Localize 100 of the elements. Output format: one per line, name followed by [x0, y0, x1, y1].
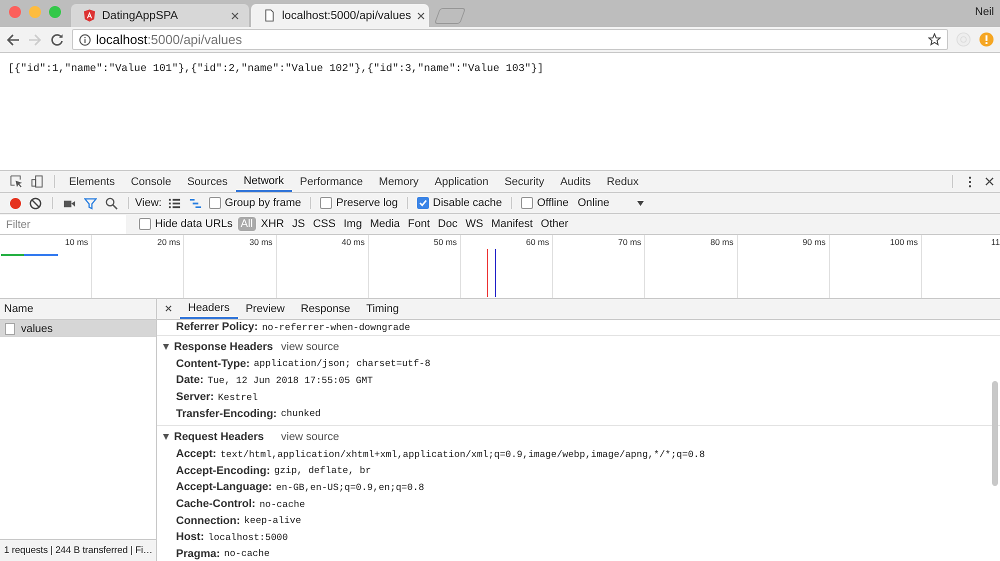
checkbox[interactable] [139, 218, 151, 230]
header-name: Host: [176, 531, 204, 544]
close-icon[interactable] [165, 305, 172, 312]
time-tick-label: 20 ms [157, 236, 182, 248]
time-tick-label: 90 ms [802, 236, 827, 248]
view-source-link[interactable]: view source [281, 430, 340, 443]
detail-tab[interactable]: Response [292, 299, 358, 319]
section-title[interactable]: Request Headers [174, 430, 278, 443]
checkbox[interactable] [520, 197, 533, 209]
devtools-tab[interactable]: Elements [61, 171, 123, 192]
checkbox[interactable] [320, 197, 332, 209]
time-tick-label: 40 ms [342, 236, 366, 248]
section-title[interactable]: Response Headers [174, 340, 278, 353]
detail-tab[interactable]: Timing [358, 299, 407, 319]
load-event-line [487, 249, 488, 297]
type-filter-button[interactable]: Manifest [488, 217, 536, 231]
type-filter-button[interactable]: Doc [434, 217, 460, 231]
back-icon[interactable] [6, 32, 20, 46]
browser-tab[interactable]: DatingAppSPA [71, 4, 249, 27]
checkbox-label[interactable]: Disable cache [432, 197, 502, 209]
page-icon [263, 9, 276, 22]
header-name: Pragma: [176, 548, 220, 560]
more-options-icon[interactable] [968, 176, 972, 188]
devtools-tab[interactable]: Redux [598, 171, 647, 192]
bookmark-star-icon[interactable] [928, 33, 941, 46]
disclosure-triangle-icon[interactable] [163, 434, 169, 440]
close-icon[interactable] [985, 177, 994, 186]
header-name: Referrer Policy: [176, 321, 258, 334]
header-value: localhost:5000 [208, 532, 288, 543]
info-icon [79, 34, 91, 46]
filter-icon[interactable] [84, 196, 97, 210]
header-value: no-referrer-when-downgrade [262, 322, 410, 333]
view-source-link[interactable]: view source [281, 340, 340, 353]
header-name: Accept: [176, 448, 216, 460]
time-tick-label: 60 ms [526, 236, 550, 248]
list-view-icon[interactable] [168, 196, 181, 210]
type-filter-button[interactable]: Img [340, 217, 365, 231]
checkbox-label[interactable]: Preserve log [336, 197, 398, 209]
disclosure-triangle-icon[interactable] [163, 344, 169, 350]
header-value: Tue, 12 Jun 2018 17:55:05 GMT [208, 374, 373, 386]
throttling-dropdown[interactable]: Online [578, 193, 644, 213]
header-value: Kestrel [218, 392, 258, 403]
header-value: chunked [280, 408, 321, 420]
type-filter-button[interactable]: XHR [258, 217, 288, 231]
time-tick-label: 30 ms [249, 236, 274, 248]
search-icon[interactable] [105, 196, 118, 210]
checkbox-label[interactable]: Hide data URLs [155, 218, 233, 230]
type-filter-button[interactable]: Media [366, 217, 403, 231]
type-filter-button[interactable]: WS [462, 217, 486, 231]
type-filter-button[interactable]: JS [289, 217, 308, 231]
json-response-text: [{"id":1,"name":"Value 101"},{"id":2,"name":"Value 102"},{"id":3,"name":"Value 103"}] [8, 63, 544, 75]
scrollbar-thumb[interactable] [992, 381, 998, 486]
devtools-tab[interactable]: Console [122, 171, 180, 192]
devtools-tab[interactable]: Memory [370, 171, 427, 192]
devtools-tab[interactable]: Application [426, 171, 496, 192]
waterfall-view-icon[interactable] [188, 196, 202, 210]
status-bar: 1 requests | 244 B transferred | Fi… [0, 539, 156, 561]
view-label: View: [135, 196, 162, 211]
time-tick-label: 11 [991, 236, 1000, 248]
time-tick-label: 80 ms [710, 236, 734, 248]
devtools-tab[interactable]: Audits [552, 171, 599, 192]
checkbox-label[interactable]: Group by frame [224, 197, 302, 209]
devtools-tab[interactable]: Sources [179, 171, 236, 192]
type-filter-button[interactable]: Other [538, 217, 572, 231]
clear-icon[interactable] [29, 196, 42, 210]
detail-tab[interactable]: Preview [238, 299, 293, 319]
browser-tab[interactable]: localhost:5000/api/values [251, 4, 429, 27]
inspect-element-icon[interactable] [10, 175, 23, 188]
header-value: application/json; charset=utf-8 [254, 358, 430, 370]
dom-content-loaded-line [495, 249, 496, 297]
time-tick-label: 70 ms [618, 236, 642, 248]
file-icon [5, 322, 15, 334]
header-value: no-cache [224, 548, 270, 560]
devtools-tab[interactable]: Security [496, 171, 552, 192]
checkbox-label[interactable]: Offline [536, 197, 569, 209]
reload-icon[interactable] [50, 32, 64, 46]
address-field[interactable]: localhost:5000/api/values [72, 29, 948, 50]
header-value: en-GB,en-US;q=0.9,en;q=0.8 [276, 482, 424, 493]
time-tick-label: 100 ms [890, 236, 919, 248]
record-button[interactable] [10, 198, 21, 208]
checkbox[interactable] [208, 197, 221, 209]
device-toolbar-icon[interactable] [31, 175, 44, 188]
filter-field[interactable]: Filter [0, 214, 126, 234]
request-row[interactable]: values [0, 320, 156, 337]
detail-tab[interactable]: Headers [180, 299, 238, 319]
header-name: Connection: [176, 514, 240, 527]
column-header[interactable]: Name [0, 299, 156, 320]
devtools-tab[interactable]: Performance [292, 171, 371, 192]
header-value: text/html,application/xhtml+xml,application/xml;q=0.9,image/webp,image/apng,*/*;q=0.8 [220, 448, 705, 460]
close-tab-icon[interactable] [231, 12, 239, 20]
checkbox[interactable] [416, 197, 429, 209]
header-name: Server: [176, 391, 214, 404]
dropdown-caret-icon[interactable] [637, 200, 644, 206]
type-filter-button[interactable]: Font [404, 217, 433, 231]
time-tick-label: 10 ms [65, 236, 90, 248]
header-name: Accept-Language: [176, 481, 272, 494]
profile-name[interactable]: Neil [975, 6, 994, 18]
header-name: Accept-Encoding: [176, 464, 270, 477]
type-filter-button[interactable]: CSS [310, 217, 339, 231]
close-tab-icon[interactable] [417, 12, 426, 20]
